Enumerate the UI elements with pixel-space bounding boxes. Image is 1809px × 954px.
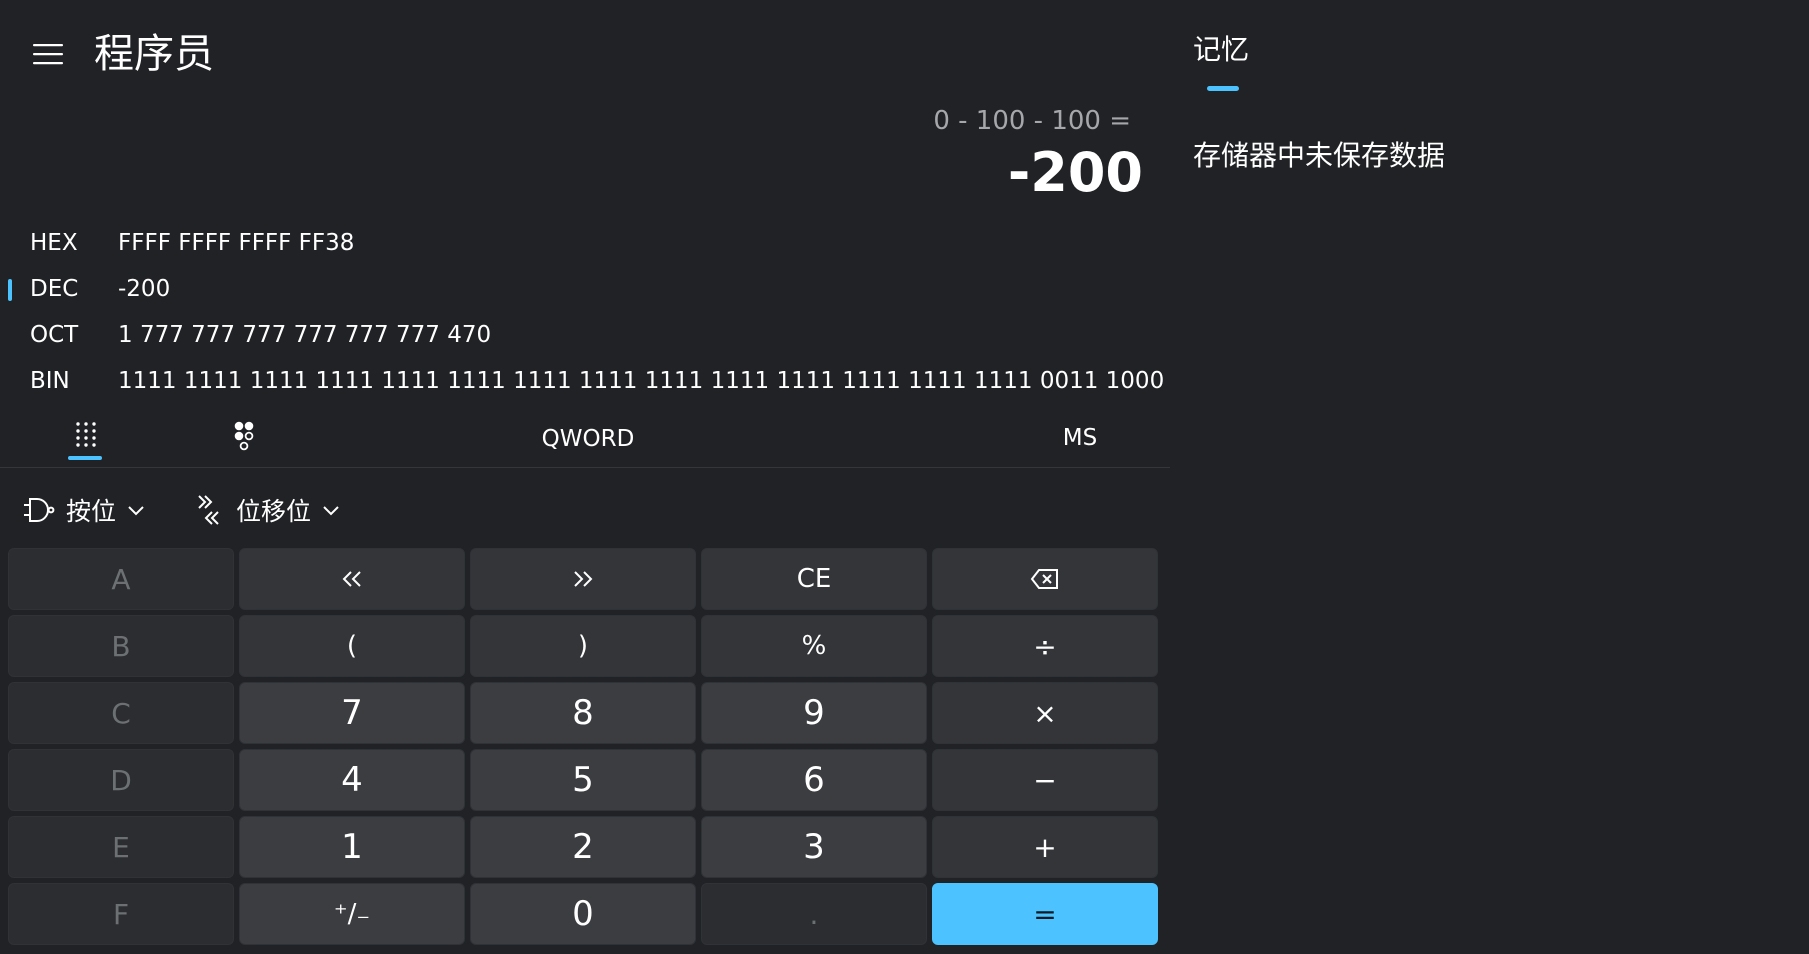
key-divide[interactable]: ÷ xyxy=(932,615,1158,677)
key-multiply[interactable]: × xyxy=(932,682,1158,744)
key-backspace[interactable] xyxy=(932,548,1158,610)
chevron-down-icon xyxy=(128,506,144,516)
expression-display: 0 - 100 - 100 = xyxy=(933,106,1131,136)
hamburger-icon xyxy=(33,44,63,65)
radix-list: HEX FFFF FFFF FFFF FF38 DEC -200 OCT 1 7… xyxy=(0,220,1170,404)
radix-value: 1 777 777 777 777 777 777 470 xyxy=(118,322,492,348)
key-negate[interactable]: ⁺∕₋ xyxy=(239,883,465,945)
key-equals[interactable]: = xyxy=(932,883,1158,945)
key-1[interactable]: 1 xyxy=(239,816,465,878)
key-hex-a: A xyxy=(8,548,234,610)
radix-label: HEX xyxy=(30,230,78,256)
bit-shift-icon xyxy=(198,495,219,525)
bitwise-label: 按位 xyxy=(66,497,117,526)
radix-row-bin[interactable]: BIN 1111 1111 1111 1111 1111 1111 1111 1… xyxy=(0,358,1170,404)
key-modulo[interactable]: % xyxy=(701,615,927,677)
radix-value: 1111 1111 1111 1111 1111 1111 1111 1111 … xyxy=(118,368,1165,394)
right-shift-icon xyxy=(574,571,593,587)
memory-empty-message: 存储器中未保存数据 xyxy=(1193,139,1446,172)
key-0[interactable]: 0 xyxy=(470,883,696,945)
radix-row-hex[interactable]: HEX FFFF FFFF FFFF FF38 xyxy=(0,220,1170,266)
logic-gate-icon xyxy=(24,498,55,522)
radix-label: OCT xyxy=(30,322,79,348)
key-7[interactable]: 7 xyxy=(239,682,465,744)
memory-tab-label: 记忆 xyxy=(1193,33,1250,66)
radix-label: DEC xyxy=(30,276,79,302)
mode-title: 程序员 xyxy=(94,31,214,77)
keypad-mode-bar: QWORD MS xyxy=(0,408,1170,468)
key-hex-b: B xyxy=(8,615,234,677)
key-4[interactable]: 4 xyxy=(239,749,465,811)
radix-row-oct[interactable]: OCT 1 777 777 777 777 777 777 470 xyxy=(0,312,1170,358)
selection-indicator xyxy=(8,279,12,301)
key-9[interactable]: 9 xyxy=(701,682,927,744)
radix-label: BIN xyxy=(30,368,70,394)
key-hex-c: C xyxy=(8,682,234,744)
operator-bar: 按位 位移位 xyxy=(0,488,1170,532)
key-clear-entry[interactable]: CE xyxy=(701,548,927,610)
tab-bit-toggle-keypad[interactable] xyxy=(218,414,270,458)
radix-value: -200 xyxy=(118,276,171,302)
key-hex-d: D xyxy=(8,749,234,811)
key-decimal: . xyxy=(701,883,927,945)
key-left-shift[interactable] xyxy=(239,548,465,610)
tab-memory[interactable]: 记忆 xyxy=(1193,28,1250,91)
word-size-toggle[interactable]: QWORD xyxy=(520,422,656,456)
memory-store-button[interactable]: MS xyxy=(1044,420,1116,456)
active-tab-indicator xyxy=(1207,86,1239,91)
key-2[interactable]: 2 xyxy=(470,816,696,878)
key-6[interactable]: 6 xyxy=(701,749,927,811)
key-right-shift[interactable] xyxy=(470,548,696,610)
result-display: -200 xyxy=(1007,141,1143,204)
key-close-paren[interactable]: ) xyxy=(470,615,696,677)
key-5[interactable]: 5 xyxy=(470,749,696,811)
tab-full-keypad[interactable] xyxy=(60,414,112,460)
key-subtract[interactable]: − xyxy=(932,749,1158,811)
radix-row-dec[interactable]: DEC -200 xyxy=(0,266,1170,312)
bit-toggle-keypad-icon xyxy=(234,421,254,451)
radix-value: FFFF FFFF FFFF FF38 xyxy=(118,230,355,256)
key-open-paren[interactable]: ( xyxy=(239,615,465,677)
memory-pane: 记忆 存储器中未保存数据 xyxy=(1170,0,1809,954)
active-tab-indicator xyxy=(68,456,102,460)
bit-shift-label: 位移位 xyxy=(236,497,312,526)
bit-shift-dropdown[interactable]: 位移位 xyxy=(196,488,341,532)
chevron-down-icon xyxy=(323,506,339,516)
key-hex-e: E xyxy=(8,816,234,878)
backspace-icon xyxy=(1030,569,1058,589)
navigation-menu-button[interactable] xyxy=(24,34,72,74)
bitwise-dropdown[interactable]: 按位 xyxy=(22,488,146,532)
key-3[interactable]: 3 xyxy=(701,816,927,878)
key-add[interactable]: + xyxy=(932,816,1158,878)
full-keypad-icon xyxy=(76,422,96,447)
key-8[interactable]: 8 xyxy=(470,682,696,744)
keypad: A CE B () % ÷ C 7 8 9 × D 4 5 6 − E 1 2… xyxy=(8,548,1158,945)
calculator-window: 程序员 0 - 100 - 100 = -200 HEX FFFF FFFF F… xyxy=(0,0,1809,954)
calculator-pane: 程序员 0 - 100 - 100 = -200 HEX FFFF FFFF F… xyxy=(0,0,1170,954)
divider xyxy=(0,467,1170,468)
left-shift-icon xyxy=(342,571,361,587)
key-hex-f: F xyxy=(8,883,234,945)
